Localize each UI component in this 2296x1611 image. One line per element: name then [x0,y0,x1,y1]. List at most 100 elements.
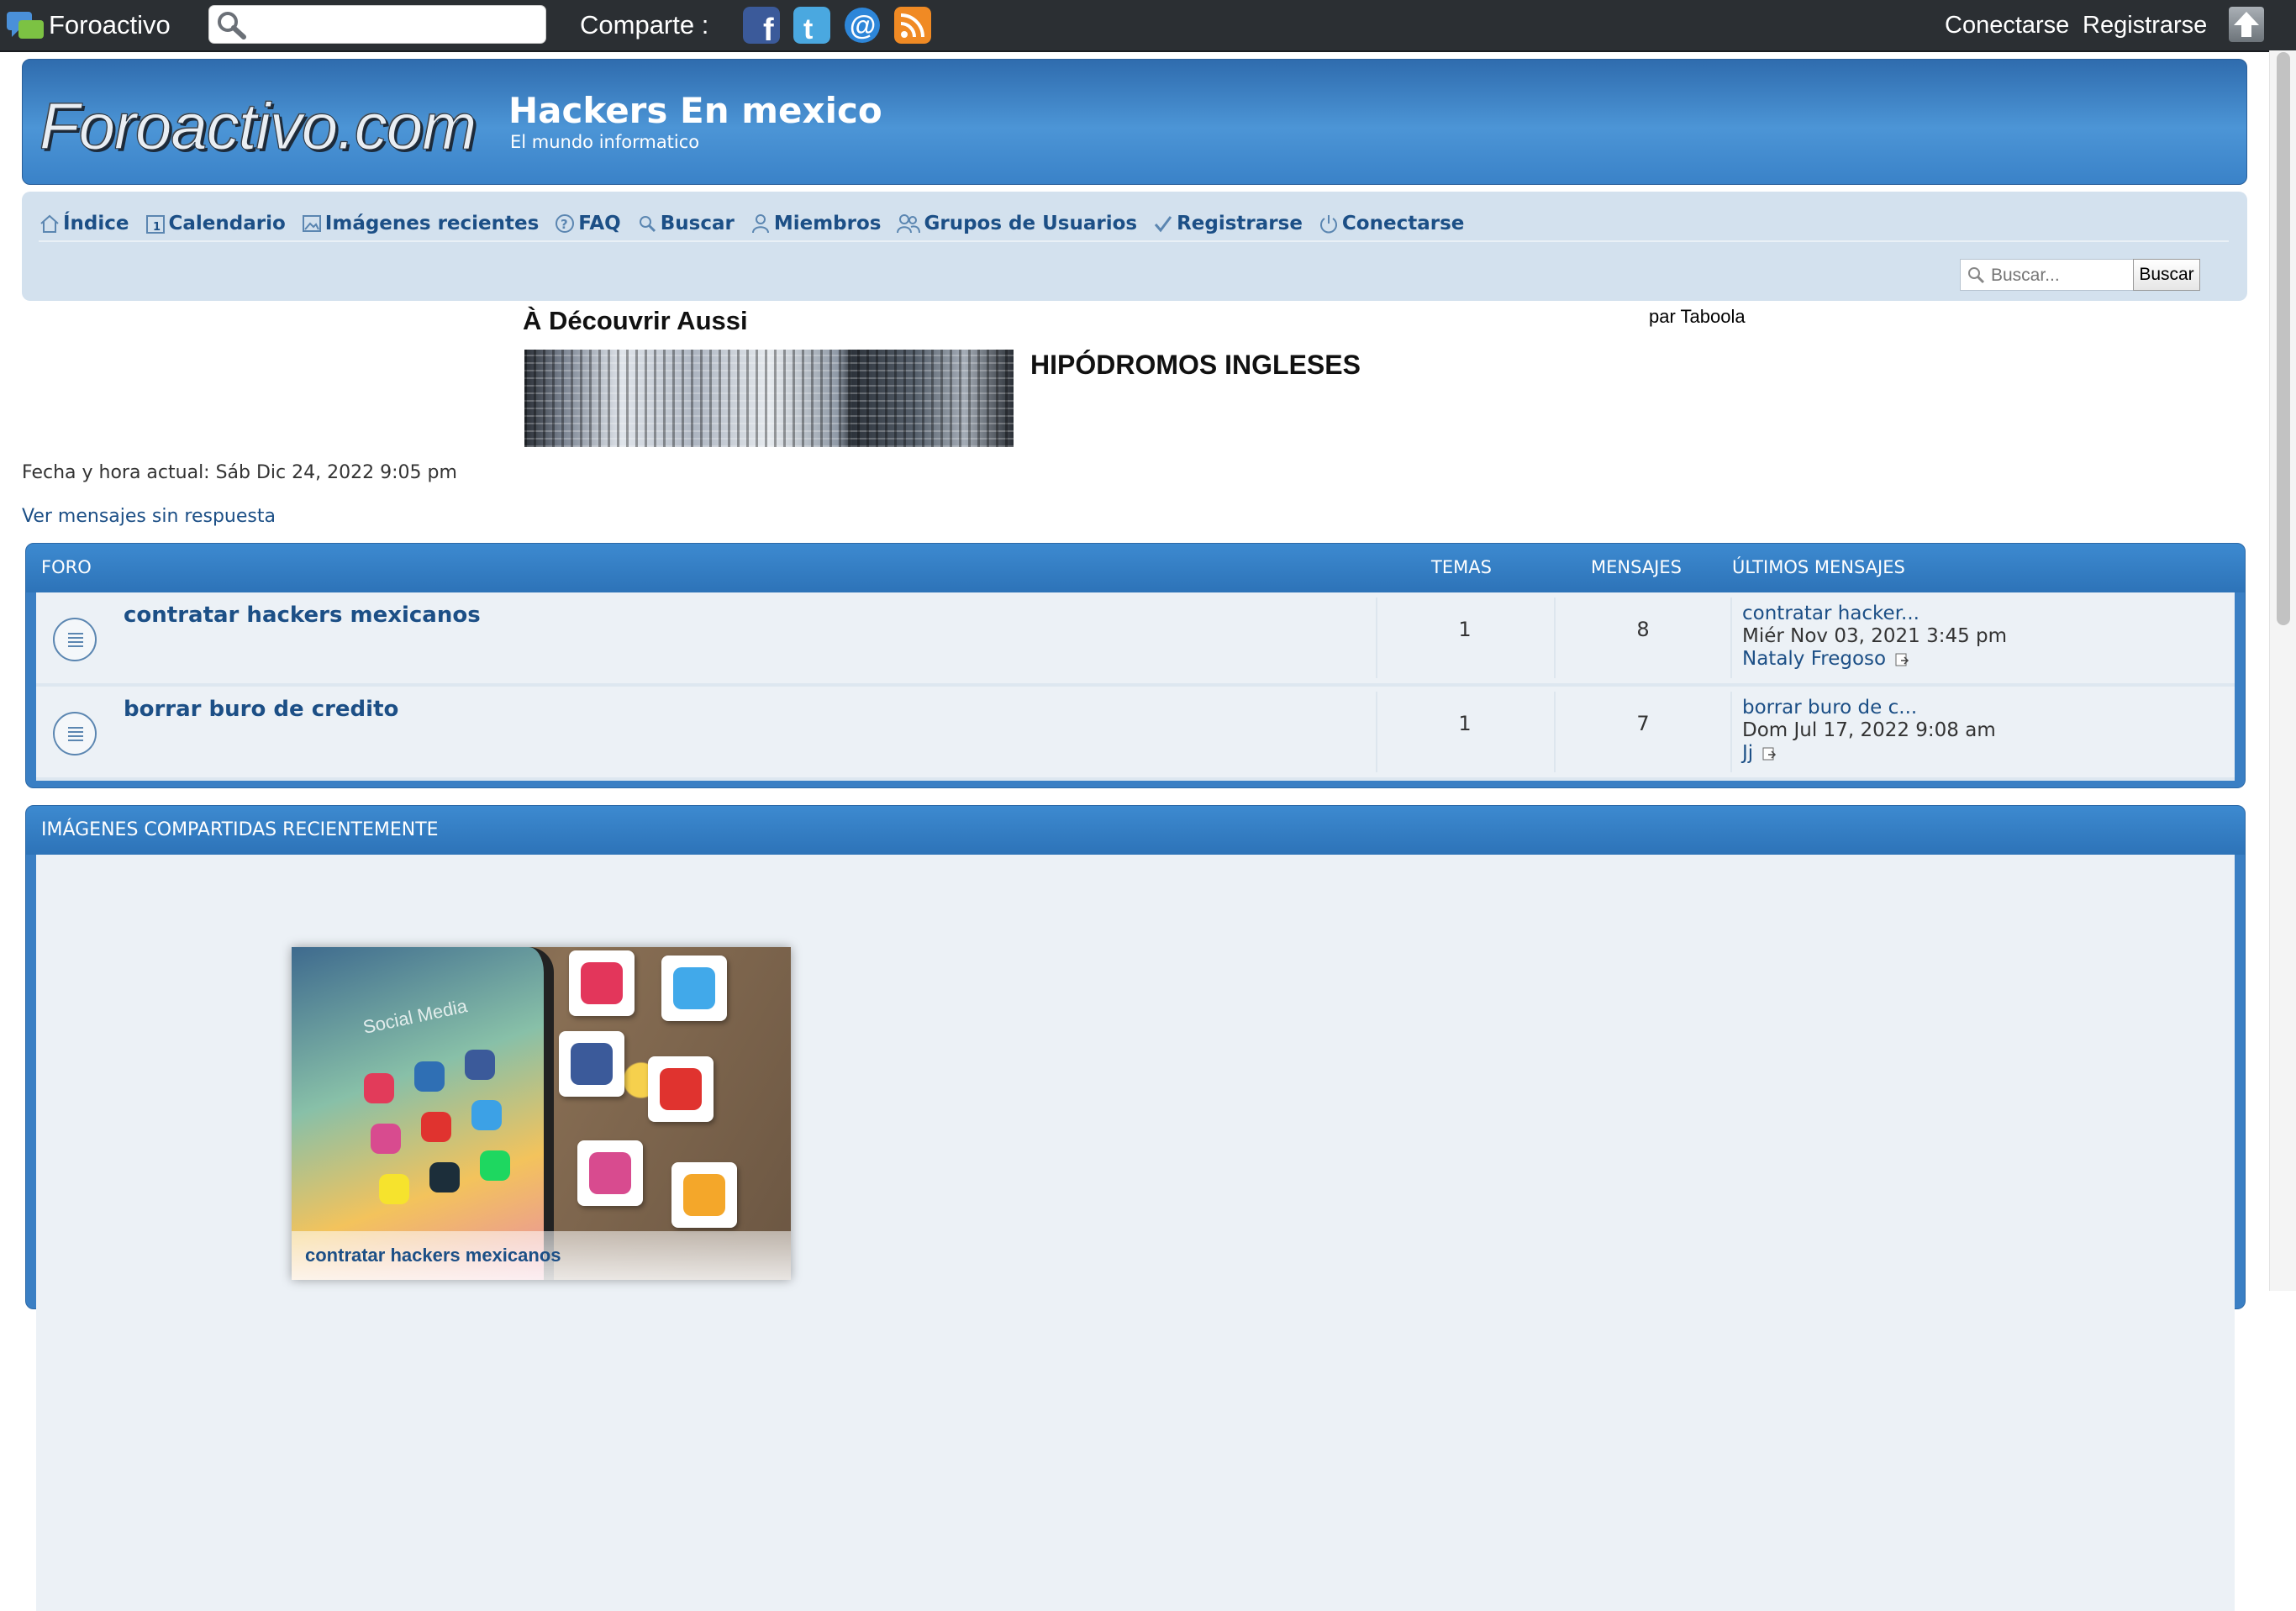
col-posts: MENSAJES [1591,557,1682,577]
rss-icon[interactable] [894,7,931,44]
last-post: contratar hacker... Miér Nov 03, 2021 3:… [1742,603,2007,671]
site-title[interactable]: Hackers En mexico [508,90,882,131]
nav-item-user-groups[interactable]: Grupos de Usuarios [896,208,1137,239]
vimeo-icon [429,1162,460,1192]
group-icon [897,214,921,234]
go-to-post-icon[interactable] [1894,652,1909,667]
last-post-author-link[interactable]: Jj [1742,742,1753,764]
search-icon [218,12,246,39]
recent-images-header: IMÁGENES COMPARTIDAS RECIENTEMENTE [26,806,2245,855]
top-toolbar: Foroactivo Comparte : f t @ Conectarse R… [0,0,2296,52]
nav-item-calendar[interactable]: 1 Calendario [145,208,286,239]
instagram-icon [371,1124,401,1154]
nav-item-label: Registrarse [1177,213,1303,234]
topics-count: 1 [1458,618,1472,641]
music-cube-icon [569,950,635,1016]
unanswered-posts-link[interactable]: Ver mensajes sin respuesta [22,506,276,527]
image-thumbnail[interactable]: Social Media contratar hackers mexicanos [292,947,791,1280]
nav-item-recent-images[interactable]: Imágenes recientes [301,208,539,239]
recent-images-body: Social Media contratar hackers mexicanos [36,855,2235,1611]
nav-item-label: Buscar [660,213,735,234]
facebook-icon[interactable]: f [743,7,780,44]
nav-item-faq[interactable]: ? FAQ [554,208,621,239]
recent-images-panel: IMÁGENES COMPARTIDAS RECIENTEMENTE Socia… [25,805,2246,1611]
email-icon[interactable]: @ [844,7,881,44]
forum-table: FORO TEMAS MENSAJES ÚLTIMOS MENSAJES con… [25,543,2246,788]
site-header: Foroactivo.com Hackers En mexico El mund… [22,59,2247,185]
toolbar-search-input[interactable] [255,11,535,39]
youtube-cube-icon [648,1056,714,1122]
nav-item-index[interactable]: Índice [39,208,129,239]
nav-menu: Índice 1 Calendario Imágenes recientes ?… [39,208,1479,239]
go-to-post-icon[interactable] [1761,746,1777,761]
chat-bubbles-icon[interactable] [5,8,45,42]
register-icon [1154,216,1172,233]
pinterest-icon [364,1073,394,1103]
toolbar-register[interactable]: Registrarse [2083,8,2207,42]
scroll-top-button[interactable] [2229,7,2264,42]
nav-item-login[interactable]: Conectarse [1318,208,1464,239]
svg-text:f: f [763,13,774,44]
current-datetime: Fecha y hora actual: Sáb Dic 24, 2022 9:… [22,462,457,483]
column-divider [1376,598,1377,678]
forum-read-icon [53,618,97,661]
column-divider [1554,692,1556,772]
phone-label: Social Media [361,995,470,1038]
taboola-headline[interactable]: HIPÓDROMOS INGLESES [1030,350,1361,381]
nav-item-members[interactable]: Miembros [750,208,882,239]
nav-item-label: Índice [63,213,129,234]
svg-text:1: 1 [153,221,161,234]
thumbnail-caption-link[interactable]: contratar hackers mexicanos [305,1245,561,1266]
facebook-icon [465,1050,495,1080]
forum-title-link[interactable]: borrar buro de credito [124,697,398,722]
col-last-posts: ÚLTIMOS MENSAJES [1732,557,1905,577]
page-scrollbar-thumb[interactable] [2277,52,2290,625]
nav-divider [39,240,2229,242]
power-icon [1319,215,1337,234]
column-divider [1730,598,1732,678]
share-label: Comparte : [580,10,709,39]
site-logo[interactable]: Foroactivo.com [39,88,477,165]
column-divider [1376,692,1377,772]
search-icon [639,216,656,233]
nav-item-register[interactable]: Registrarse [1152,208,1303,239]
svg-text:t: t [803,13,813,44]
nav-item-label: Conectarse [1341,213,1465,234]
nav-item-label: Miembros [773,213,882,234]
toolbar-search[interactable] [208,5,546,44]
thumbnail-caption: contratar hackers mexicanos [292,1231,791,1280]
table-row: contratar hackers mexicanos 1 8 contrata… [36,592,2235,687]
col-topics: TEMAS [1431,557,1492,577]
nav-item-label: Grupos de Usuarios [924,213,1138,234]
taboola-attribution[interactable]: par Taboola [1649,306,1746,328]
image-icon [302,215,321,232]
linkedin-icon [414,1061,445,1092]
last-post-title-link[interactable]: borrar buro de c... [1742,697,1996,719]
nav-search-input[interactable] [1989,263,2149,288]
main-navbar: Índice 1 Calendario Imágenes recientes ?… [22,192,2247,301]
last-post-date: Dom Jul 17, 2022 9:08 am [1742,719,1996,741]
toolbar-login[interactable]: Conectarse [1945,8,2069,42]
user-icon [751,214,769,234]
nav-item-label: Calendario [168,213,286,234]
svg-text:@: @ [850,10,876,40]
posts-count: 7 [1636,712,1650,735]
twitter-icon [471,1100,502,1130]
column-divider [1730,692,1732,772]
forum-title-link[interactable]: contratar hackers mexicanos [124,603,481,628]
site-description: El mundo informatico [510,132,700,152]
nav-item-search[interactable]: Buscar [636,208,735,239]
last-post-author-link[interactable]: Nataly Fregoso [1742,648,1886,670]
taboola-title: À Découvrir Aussi [523,306,748,335]
home-icon [40,214,59,233]
forum-read-icon [53,712,97,755]
posts-count: 8 [1636,618,1650,641]
nav-search-button[interactable]: Buscar [2133,259,2200,291]
last-post-title-link[interactable]: contratar hacker... [1742,603,2007,625]
taboola-image[interactable] [524,350,1014,447]
twitter-icon[interactable]: t [793,7,830,44]
arrow-up-icon [2234,12,2259,37]
toolbar-brand[interactable]: Foroactivo [49,8,171,42]
nav-search-box[interactable] [1960,259,2151,291]
last-post: borrar buro de c... Dom Jul 17, 2022 9:0… [1742,697,1996,765]
